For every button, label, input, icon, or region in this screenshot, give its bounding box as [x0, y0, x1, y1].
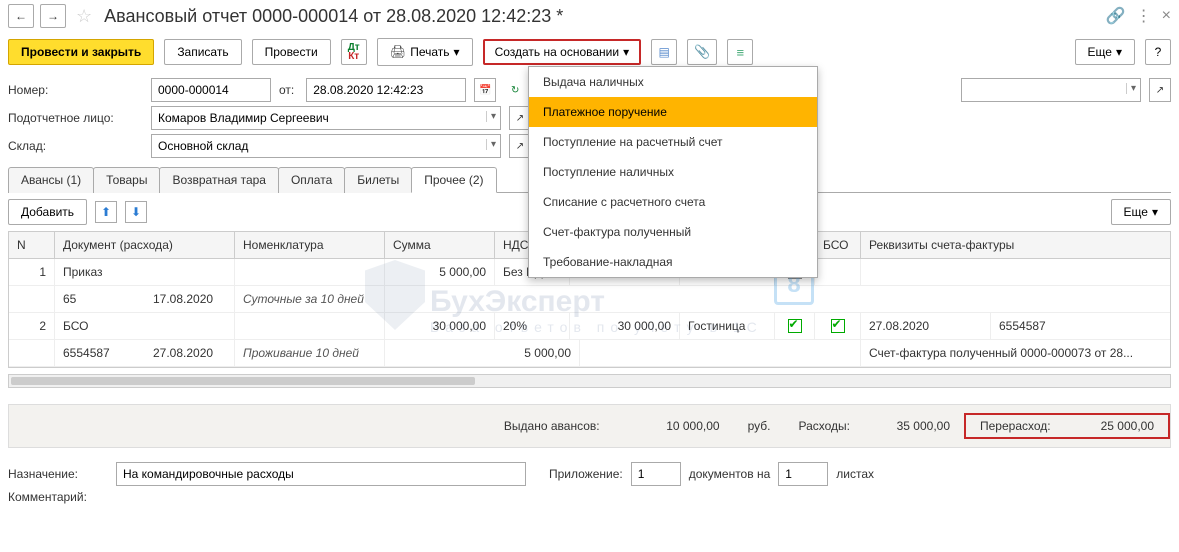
tab-other[interactable]: Прочее (2) [411, 167, 496, 193]
person-field[interactable] [151, 106, 501, 130]
dropdown-item[interactable]: Поступление наличных [529, 157, 817, 187]
move-up-button[interactable]: ⬆ [95, 201, 117, 223]
sheets-label: листах [836, 467, 874, 481]
issued-value: 10 000,00 [614, 419, 734, 433]
list-icon: ≡ [737, 45, 745, 60]
close-icon[interactable]: × [1162, 7, 1171, 25]
chevron-down-icon: ▾ [454, 45, 460, 59]
favorite-star-icon[interactable]: ☆ [76, 6, 92, 27]
col-nom[interactable]: Номенклатура [235, 232, 385, 258]
print-button[interactable]: 🖨 Печать ▾ [377, 38, 473, 66]
attachment-label: Приложение: [549, 467, 623, 481]
grid-more-button[interactable]: Еще ▾ [1111, 199, 1171, 225]
col-sum[interactable]: Сумма [385, 232, 495, 258]
dropdown-item[interactable]: Счет-фактура полученный [529, 217, 817, 247]
dropdown-item[interactable]: Выдача наличных [529, 67, 817, 97]
kebab-menu-icon[interactable]: ⋮ [1136, 6, 1152, 26]
window-title: Авансовый отчет 0000-000014 от 28.08.202… [104, 6, 563, 27]
col-n[interactable]: N [9, 232, 55, 258]
number-label: Номер: [8, 83, 143, 97]
overrun-label: Перерасход: [980, 419, 1051, 433]
totals-bar: Выдано авансов: 10 000,00 руб. Расходы: … [8, 404, 1171, 448]
post-button[interactable]: Провести [252, 39, 331, 65]
dt-kt-button[interactable]: ДтКт [341, 39, 367, 65]
org-field[interactable] [961, 78, 1141, 102]
purpose-label: Назначение: [8, 467, 108, 481]
from-label: от: [279, 83, 294, 97]
move-down-button[interactable]: ⬇ [125, 201, 147, 223]
col-doc[interactable]: Документ (расхода) [55, 232, 235, 258]
sheets-field[interactable] [778, 462, 828, 486]
overrun-value: 25 000,00 [1101, 419, 1154, 433]
dropdown-item[interactable]: Поступление на расчетный счет [529, 127, 817, 157]
number-field[interactable] [151, 78, 271, 102]
dropdown-item[interactable]: Требование-накладная [529, 247, 817, 277]
tab-payment[interactable]: Оплата [278, 167, 345, 193]
col-bso[interactable]: БСО [815, 232, 861, 258]
open-org-button[interactable]: ↗ [1149, 78, 1171, 102]
sf-checkbox[interactable] [788, 319, 802, 333]
purpose-field[interactable] [116, 462, 526, 486]
comment-label: Комментарий: [8, 490, 108, 504]
post-and-close-button[interactable]: Провести и закрыть [8, 39, 154, 65]
attachment-button[interactable]: 📎 [687, 39, 717, 65]
printer-icon: 🖨 [390, 44, 407, 60]
date-field[interactable] [306, 78, 466, 102]
table-row[interactable]: 2 БСО 30 000,00 20% 30 000,00 Гостиница … [9, 313, 1170, 340]
attach-docs-field[interactable] [631, 462, 681, 486]
tab-goods[interactable]: Товары [93, 167, 160, 193]
warehouse-field[interactable] [151, 134, 501, 158]
refresh-icon[interactable]: ↻ [504, 78, 526, 102]
link-icon[interactable]: 🔗 [1106, 6, 1126, 26]
chevron-down-icon: ▾ [1116, 45, 1122, 59]
currency: руб. [734, 419, 785, 433]
calendar-button[interactable]: 📅 [474, 78, 496, 102]
warehouse-label: Склад: [8, 139, 143, 153]
tab-tickets[interactable]: Билеты [344, 167, 412, 193]
nav-back-button[interactable]: ← [8, 4, 34, 28]
dropdown-item[interactable]: Платежное поручение [529, 97, 817, 127]
expenses-label: Расходы: [784, 419, 864, 433]
table-row-sub[interactable]: 6554587 27.08.2020 Проживание 10 дней 5 … [9, 340, 1170, 367]
docs-on-label: документов на [689, 467, 771, 481]
help-button[interactable]: ? [1145, 39, 1171, 65]
expenses-value: 35 000,00 [864, 419, 964, 433]
paperclip-icon: 📎 [694, 44, 710, 60]
structure-icon: ▤ [658, 45, 669, 59]
chevron-down-icon: ▾ [1152, 205, 1158, 219]
add-row-button[interactable]: Добавить [8, 199, 87, 225]
tab-advances[interactable]: Авансы (1) [8, 167, 94, 193]
issued-label: Выдано авансов: [490, 419, 614, 433]
col-rekv[interactable]: Реквизиты счета-фактуры [861, 232, 1170, 258]
create-based-button[interactable]: Создать на основании ▾ [483, 39, 642, 65]
overrun-box: Перерасход: 25 000,00 [964, 413, 1170, 439]
person-label: Подотчетное лицо: [8, 111, 143, 125]
list-button[interactable]: ≡ [727, 39, 753, 65]
more-button[interactable]: Еще ▾ [1075, 39, 1135, 65]
chevron-down-icon: ▾ [623, 45, 629, 59]
structure-button[interactable]: ▤ [651, 39, 677, 65]
horizontal-scrollbar[interactable] [8, 374, 1171, 388]
dropdown-item[interactable]: Списание с расчетного счета [529, 187, 817, 217]
create-based-dropdown: Выдача наличных Платежное поручение Пост… [528, 66, 818, 278]
table-row-sub[interactable]: 65 17.08.2020 Суточные за 10 дней [9, 286, 1170, 313]
tab-returnable[interactable]: Возвратная тара [159, 167, 279, 193]
nav-forward-button[interactable]: → [40, 4, 66, 28]
write-button[interactable]: Записать [164, 39, 241, 65]
bso-checkbox[interactable] [831, 319, 845, 333]
